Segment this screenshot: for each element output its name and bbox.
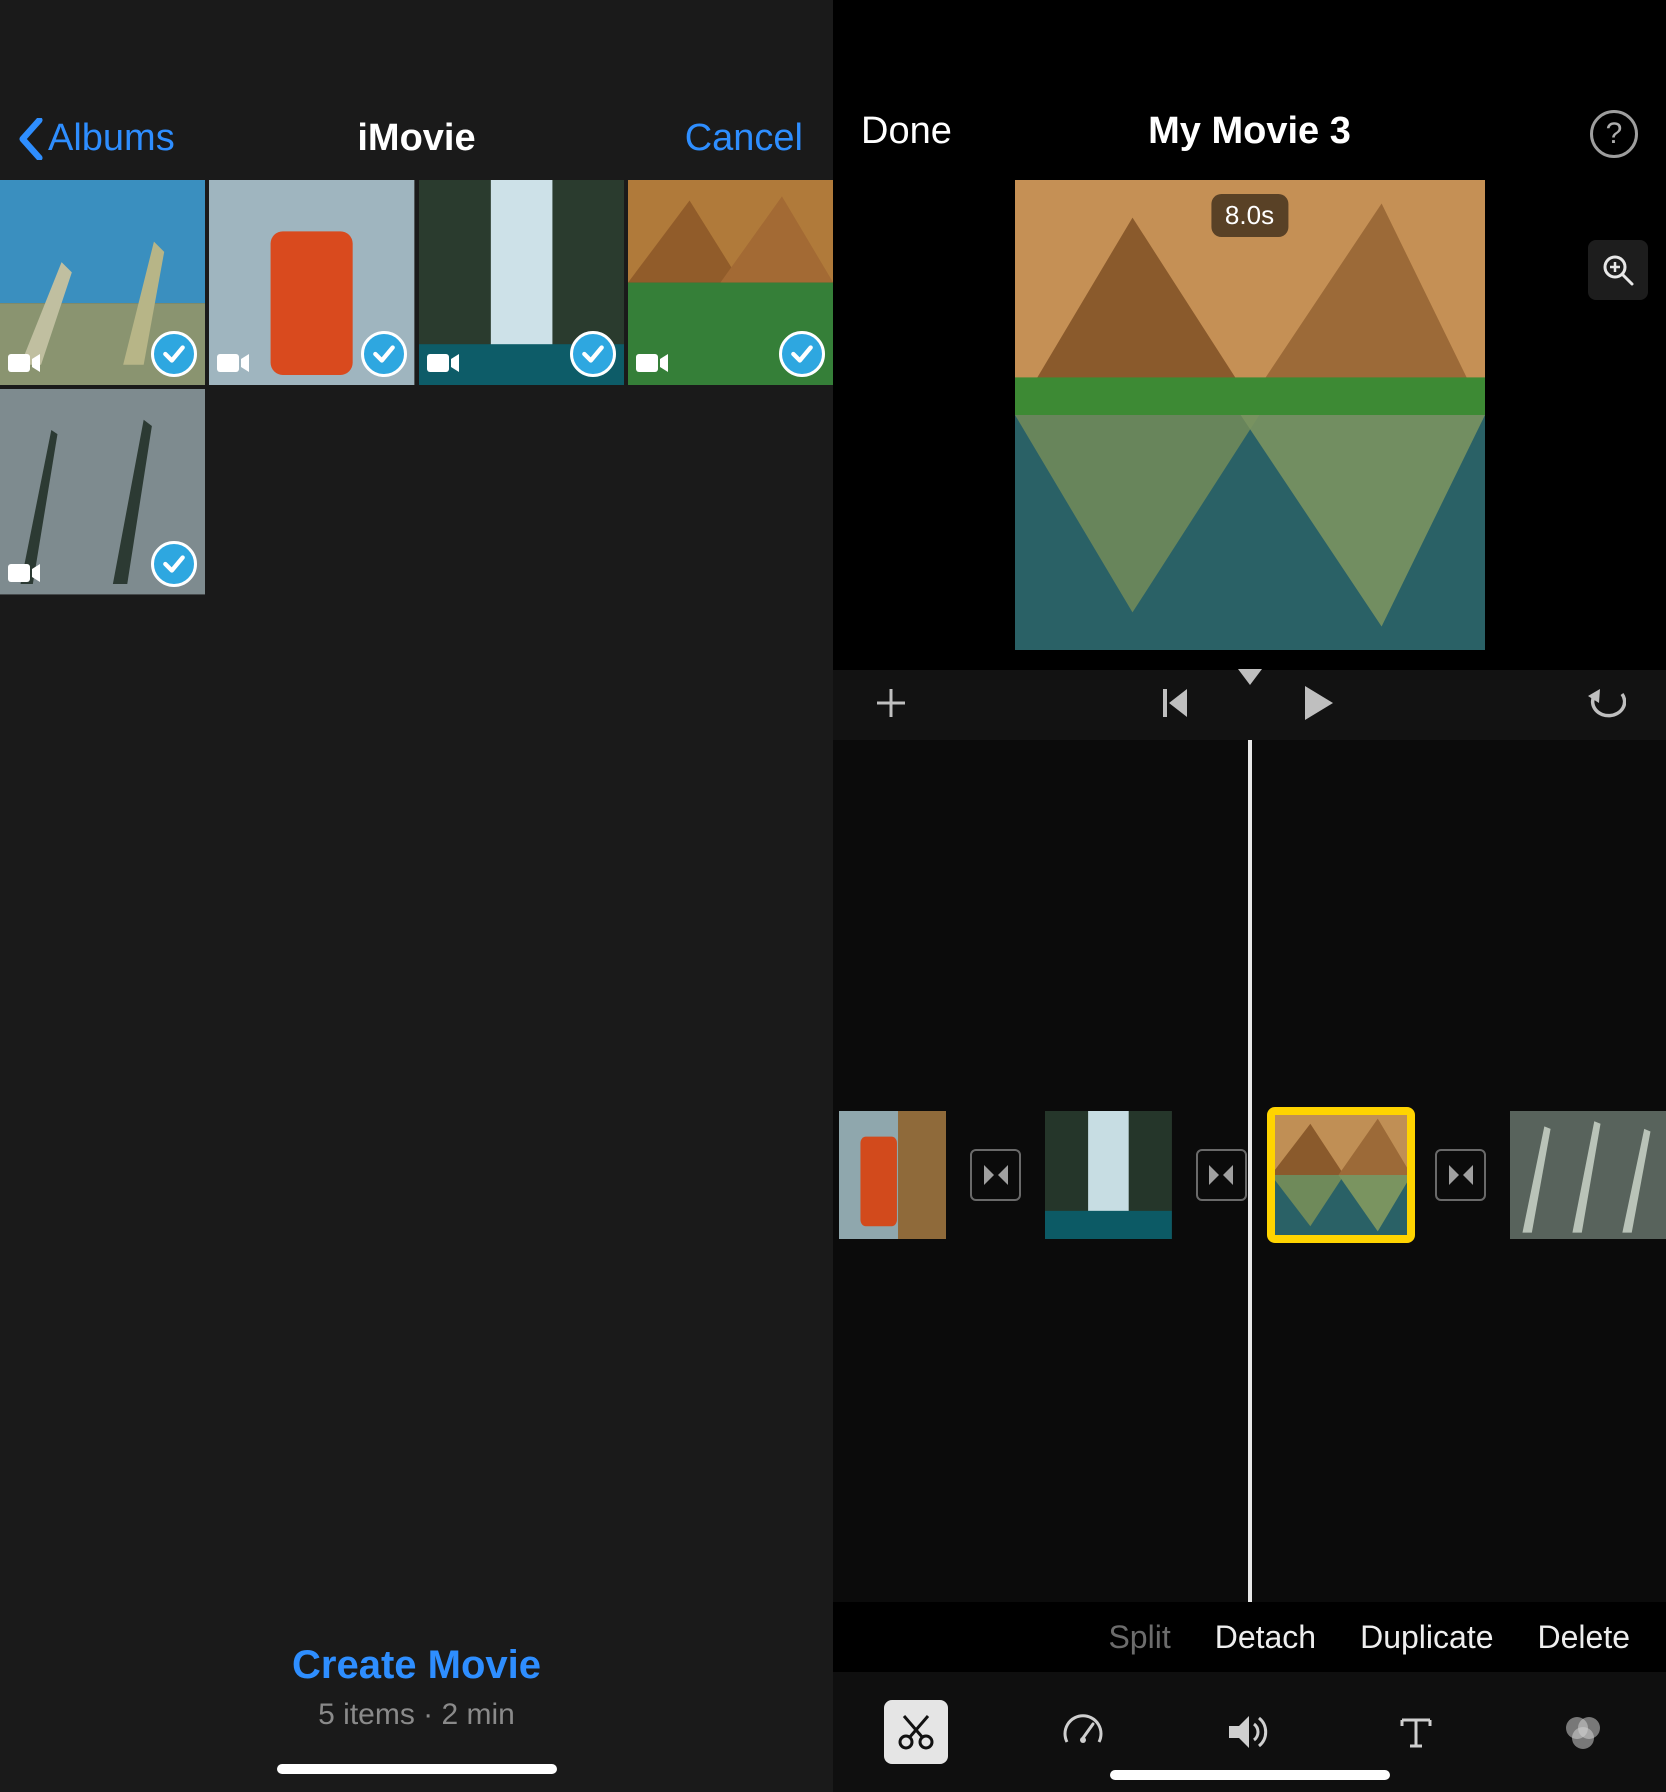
selection-summary: 5 items · 2 min: [0, 1698, 833, 1732]
home-indicator: [1110, 1770, 1390, 1780]
page-title: iMovie: [0, 117, 833, 160]
selected-check-icon: [570, 331, 616, 377]
clip-art: [839, 1111, 946, 1239]
filters-icon: [1561, 1712, 1605, 1752]
scissors-icon: [896, 1712, 936, 1752]
clip-art: [1045, 1111, 1172, 1239]
timeline-clip-selected[interactable]: [1271, 1111, 1411, 1239]
transport-bar: [833, 670, 1666, 740]
clip-art: [1271, 1111, 1411, 1239]
play-button[interactable]: [1301, 684, 1335, 727]
transition-button[interactable]: [970, 1149, 1021, 1201]
timeline-clip[interactable]: [839, 1111, 946, 1239]
create-movie-button[interactable]: Create Movie: [0, 1643, 833, 1688]
preview-frame: [1015, 180, 1485, 650]
skip-start-icon: [1161, 687, 1191, 719]
media-thumb[interactable]: [628, 180, 833, 385]
video-icon: [427, 351, 461, 375]
editor-screen: Done My Movie 3 ? 8.0s: [833, 0, 1666, 1792]
media-thumb[interactable]: [419, 180, 624, 385]
transition-button[interactable]: [1196, 1149, 1247, 1201]
edit-toolbar: [833, 1672, 1666, 1792]
clip-art: [1510, 1111, 1666, 1239]
go-to-start-button[interactable]: [1161, 687, 1191, 724]
project-title: My Movie 3: [833, 110, 1666, 153]
speed-tool[interactable]: [1051, 1700, 1115, 1764]
speaker-icon: [1227, 1712, 1271, 1752]
transition-button[interactable]: [1435, 1149, 1486, 1201]
video-icon: [217, 351, 251, 375]
magnify-plus-icon: [1600, 252, 1636, 288]
audio-tool[interactable]: [1217, 1700, 1281, 1764]
detach-action[interactable]: Detach: [1215, 1619, 1316, 1656]
speedometer-icon: [1061, 1710, 1105, 1754]
preview-viewport[interactable]: 8.0s: [1015, 180, 1485, 650]
delete-action[interactable]: Delete: [1538, 1619, 1631, 1656]
transition-icon: [1447, 1161, 1475, 1189]
transition-icon: [982, 1161, 1010, 1189]
media-grid: [0, 180, 833, 595]
filters-tool[interactable]: [1551, 1700, 1615, 1764]
timeline-clip[interactable]: [1510, 1111, 1666, 1239]
selected-check-icon: [779, 331, 825, 377]
video-icon: [636, 351, 670, 375]
timeline-clip[interactable]: [1045, 1111, 1172, 1239]
selected-check-icon: [151, 541, 197, 587]
nav-bar: Albums iMovie Cancel: [0, 0, 833, 180]
editor-header: Done My Movie 3 ?: [833, 0, 1666, 200]
timeline[interactable]: [833, 740, 1666, 1602]
clip-action-bar: Split Detach Duplicate Delete: [833, 1602, 1666, 1672]
titles-tool[interactable]: [1384, 1700, 1448, 1764]
cut-tool[interactable]: [884, 1700, 948, 1764]
play-icon: [1301, 684, 1335, 722]
preview-area: 8.0s: [833, 200, 1666, 670]
media-thumb[interactable]: [0, 180, 205, 385]
split-action: Split: [1108, 1619, 1170, 1656]
duplicate-action[interactable]: Duplicate: [1360, 1619, 1493, 1656]
media-thumb[interactable]: [0, 389, 205, 594]
clip-duration-badge: 8.0s: [1211, 194, 1288, 237]
plus-icon: [873, 685, 909, 721]
add-media-button[interactable]: [873, 685, 909, 726]
undo-button[interactable]: [1586, 686, 1626, 725]
zoom-button[interactable]: [1588, 240, 1648, 300]
video-icon: [8, 351, 42, 375]
undo-icon: [1586, 686, 1626, 720]
playhead-marker-icon: [1238, 669, 1262, 685]
media-picker-screen: Albums iMovie Cancel: [0, 0, 833, 1792]
video-icon: [8, 561, 42, 585]
home-indicator: [277, 1764, 557, 1774]
playhead-line[interactable]: [1248, 740, 1252, 1602]
media-thumb[interactable]: [209, 180, 414, 385]
text-icon: [1396, 1712, 1436, 1752]
selected-check-icon: [361, 331, 407, 377]
transition-icon: [1207, 1161, 1235, 1189]
